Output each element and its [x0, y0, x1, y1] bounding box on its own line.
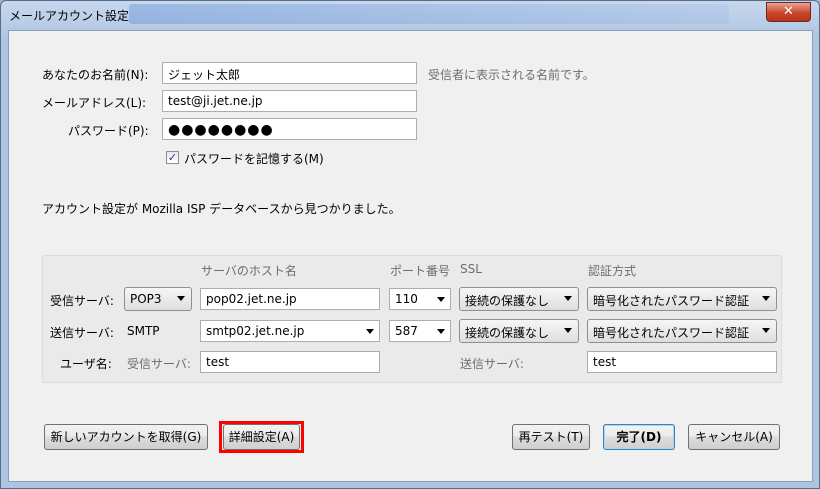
password-field[interactable]: ●●●●●●●●	[162, 118, 417, 140]
get-new-account-button[interactable]: 新しいアカウントを取得(G)	[44, 424, 208, 450]
outgoing-server-label: 送信サーバ:	[50, 326, 114, 340]
chevron-down-icon	[366, 329, 374, 334]
incoming-username-field[interactable]: test	[200, 351, 380, 373]
header-ssl: SSL	[460, 262, 482, 276]
close-icon: ✕	[783, 4, 794, 19]
incoming-port-value: 110	[395, 292, 418, 306]
email-field[interactable]: test@ji.jet.ne.jp	[162, 90, 417, 112]
retest-button[interactable]: 再テスト(T)	[512, 424, 590, 450]
incoming-ssl-value: 接続の保護なし	[465, 294, 550, 308]
header-host: サーバのホスト名	[201, 264, 297, 278]
outgoing-username-field[interactable]: test	[587, 351, 777, 373]
title-bar: メールアカウント設定 ✕	[1, 1, 819, 29]
window-title: メールアカウント設定	[9, 9, 130, 23]
incoming-server-label: 受信サーバ:	[50, 294, 114, 308]
remember-password-checkbox[interactable]: ✓	[166, 151, 179, 164]
chevron-down-icon	[564, 328, 572, 333]
outgoing-host-combo[interactable]: smtp02.jet.ne.jp	[200, 320, 380, 342]
dialog-body: あなたのお名前(N): ジェット太郎 受信者に表示される名前です。 メールアドレ…	[8, 30, 813, 482]
remember-password-label[interactable]: パスワードを記憶する(M)	[184, 150, 324, 167]
chevron-down-icon	[564, 296, 572, 301]
outgoing-ssl-value: 接続の保護なし	[465, 326, 550, 340]
incoming-auth-select[interactable]: 暗号化されたパスワード認証	[587, 287, 777, 311]
outgoing-ssl-select[interactable]: 接続の保護なし	[459, 319, 579, 343]
name-field[interactable]: ジェット太郎	[162, 62, 417, 84]
chevron-down-icon	[177, 296, 185, 301]
incoming-auth-value: 暗号化されたパスワード認証	[593, 294, 750, 308]
header-auth: 認証方式	[588, 264, 637, 278]
username-label: ユーザ名:	[60, 357, 112, 371]
account-setup-window: メールアカウント設定 ✕ あなたのお名前(N): ジェット太郎 受信者に表示され…	[0, 0, 820, 489]
name-label: あなたのお名前(N):	[42, 68, 149, 82]
close-button[interactable]: ✕	[766, 2, 811, 22]
advanced-settings-button[interactable]: 詳細設定(A)	[223, 424, 300, 450]
done-button[interactable]: 完了(D)	[603, 424, 675, 450]
incoming-host-field[interactable]: pop02.jet.ne.jp	[200, 288, 380, 310]
blurred-background-strip	[129, 4, 729, 24]
outgoing-auth-value: 暗号化されたパスワード認証	[593, 326, 750, 340]
incoming-ssl-select[interactable]: 接続の保護なし	[459, 287, 579, 311]
header-port: ポート番号	[390, 264, 451, 278]
chevron-down-icon	[762, 296, 770, 301]
chevron-down-icon	[437, 297, 445, 302]
chevron-down-icon	[762, 328, 770, 333]
incoming-protocol-value: POP3	[130, 292, 162, 306]
outgoing-port-combo[interactable]: 587	[389, 320, 451, 342]
email-label: メールアドレス(L):	[42, 96, 147, 110]
name-hint: 受信者に表示される名前です。	[428, 68, 595, 82]
username-outgoing-label: 送信サーバ:	[460, 357, 524, 371]
incoming-port-combo[interactable]: 110	[389, 288, 451, 310]
cancel-button[interactable]: キャンセル(A)	[688, 424, 780, 450]
username-incoming-label: 受信サーバ:	[127, 357, 191, 371]
incoming-protocol-select[interactable]: POP3	[124, 287, 192, 311]
status-message: アカウント設定が Mozilla ISP データベースから見つかりました。	[42, 202, 401, 216]
chevron-down-icon	[437, 329, 445, 334]
outgoing-host-value: smtp02.jet.ne.jp	[206, 324, 305, 338]
outgoing-port-value: 587	[395, 324, 418, 338]
server-settings-group: サーバのホスト名 ポート番号 SSL 認証方式 受信サーバ: POP3 pop0…	[42, 255, 782, 383]
password-label: パスワード(P):	[68, 124, 149, 138]
outgoing-protocol: SMTP	[127, 324, 160, 338]
outgoing-auth-select[interactable]: 暗号化されたパスワード認証	[587, 319, 777, 343]
